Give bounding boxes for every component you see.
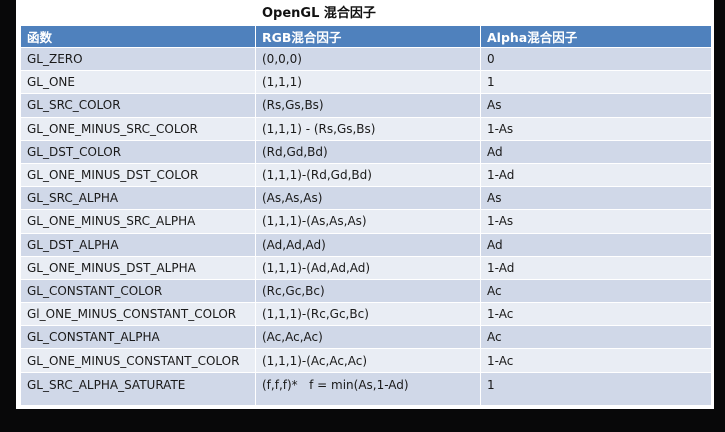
rgb-factor-cell: (As,As,As)	[255, 186, 481, 211]
alpha-factor-cell: Ad	[480, 232, 712, 257]
function-cell: GL_DST_ALPHA	[20, 232, 256, 257]
rgb-factor-cell: (1,1,1)-(Rc,Gc,Bc)	[255, 302, 481, 327]
table-row: GL_SRC_ALPHA_SATURATE (f,f,f)* f = min(A…	[20, 371, 712, 406]
alpha-factor-cell: Ac	[480, 325, 712, 350]
function-cell: GL_ZERO	[20, 46, 256, 72]
alpha-factor-cell: 1-As	[480, 116, 712, 141]
alpha-factor-cell: Ad	[480, 139, 712, 164]
function-cell: GL_SRC_COLOR	[20, 93, 256, 118]
table-row: GL_CONSTANT_ALPHA (Ac,Ac,Ac) Ac	[20, 325, 712, 350]
rgb-factor-cell: (f,f,f)* f = min(As,1-Ad)	[255, 371, 481, 406]
function-cell: GL_DST_COLOR	[20, 139, 256, 164]
table-row: GL_DST_ALPHA (Ad,Ad,Ad) Ad	[20, 232, 712, 257]
alpha-factor-cell: As	[480, 186, 712, 211]
rgb-factor-cell: (Ad,Ad,Ad)	[255, 232, 481, 257]
alpha-factor-cell: 1-As	[480, 209, 712, 234]
table-row: GL_ONE_MINUS_DST_COLOR (1,1,1)-(Rd,Gd,Bd…	[20, 162, 712, 188]
function-cell: GL_ONE_MINUS_DST_ALPHA	[20, 255, 256, 280]
table-row: GL_SRC_ALPHA (As,As,As) As	[20, 186, 712, 211]
alpha-factor-cell: 0	[480, 46, 712, 72]
function-cell: GL_SRC_ALPHA_SATURATE	[20, 371, 256, 406]
alpha-factor-cell: 1-Ad	[480, 162, 712, 188]
function-cell: GL_CONSTANT_ALPHA	[20, 325, 256, 350]
function-cell: GL_ONE_MINUS_SRC_ALPHA	[20, 209, 256, 234]
function-cell: GL_ONE_MINUS_SRC_COLOR	[20, 116, 256, 141]
alpha-factor-cell: Ac	[480, 278, 712, 304]
table-row: GL_ONE_MINUS_CONSTANT_COLOR (1,1,1)-(Ac,…	[20, 348, 712, 373]
table-row: GL_ZERO (0,0,0) 0	[20, 46, 712, 72]
rgb-factor-cell: (1,1,1)-(As,As,As)	[255, 209, 481, 234]
rgb-factor-cell: (1,1,1)-(Rd,Gd,Bd)	[255, 162, 481, 188]
rgb-factor-cell: (1,1,1)	[255, 70, 481, 95]
alpha-factor-cell: 1-Ac	[480, 302, 712, 327]
alpha-factor-cell: 1	[480, 371, 712, 406]
blend-factor-table: 函数 RGB混合因子 Alpha混合因子 GL_ZERO (0,0,0) 0 G…	[20, 25, 712, 406]
column-header-alpha-factor: Alpha混合因子	[480, 25, 712, 48]
table-row: GL_ONE_MINUS_SRC_COLOR (1,1,1) - (Rs,Gs,…	[20, 116, 712, 141]
column-header-rgb-factor: RGB混合因子	[255, 25, 481, 48]
alpha-factor-cell: 1	[480, 70, 712, 95]
rgb-factor-cell: (Rs,Gs,Bs)	[255, 93, 481, 118]
rgb-factor-cell: (1,1,1) - (Rs,Gs,Bs)	[255, 116, 481, 141]
function-cell: GL_ONE	[20, 70, 256, 95]
table-row: GL_CONSTANT_COLOR (Rc,Gc,Bc) Ac	[20, 278, 712, 304]
function-cell: GL_CONSTANT_COLOR	[20, 278, 256, 304]
table-title: OpenGL 混合因子	[262, 6, 376, 21]
table-row: GL_ONE (1,1,1) 1	[20, 70, 712, 95]
alpha-factor-cell: As	[480, 93, 712, 118]
table-row: GL_ONE_MINUS_DST_ALPHA (1,1,1)-(Ad,Ad,Ad…	[20, 255, 712, 280]
rgb-factor-cell: (Rc,Gc,Bc)	[255, 278, 481, 304]
function-cell: GL_ONE_MINUS_DST_COLOR	[20, 162, 256, 188]
table-row: GL_ONE_MINUS_SRC_ALPHA (1,1,1)-(As,As,As…	[20, 209, 712, 234]
table-row: GL_SRC_COLOR (Rs,Gs,Bs) As	[20, 93, 712, 118]
table-row: Gl_ONE_MINUS_CONSTANT_COLOR (1,1,1)-(Rc,…	[20, 302, 712, 327]
alpha-factor-cell: 1-Ad	[480, 255, 712, 280]
function-cell: GL_SRC_ALPHA	[20, 186, 256, 211]
rgb-factor-cell: (Rd,Gd,Bd)	[255, 139, 481, 164]
function-cell: Gl_ONE_MINUS_CONSTANT_COLOR	[20, 302, 256, 327]
column-header-function: 函数	[20, 25, 256, 48]
header-row: 函数 RGB混合因子 Alpha混合因子	[20, 25, 712, 48]
table-row: GL_DST_COLOR (Rd,Gd,Bd) Ad	[20, 139, 712, 164]
alpha-factor-cell: 1-Ac	[480, 348, 712, 373]
rgb-factor-cell: (1,1,1)-(Ac,Ac,Ac)	[255, 348, 481, 373]
rgb-factor-cell: (0,0,0)	[255, 46, 481, 72]
function-cell: GL_ONE_MINUS_CONSTANT_COLOR	[20, 348, 256, 373]
rgb-factor-cell: (Ac,Ac,Ac)	[255, 325, 481, 350]
rgb-factor-cell: (1,1,1)-(Ad,Ad,Ad)	[255, 255, 481, 280]
